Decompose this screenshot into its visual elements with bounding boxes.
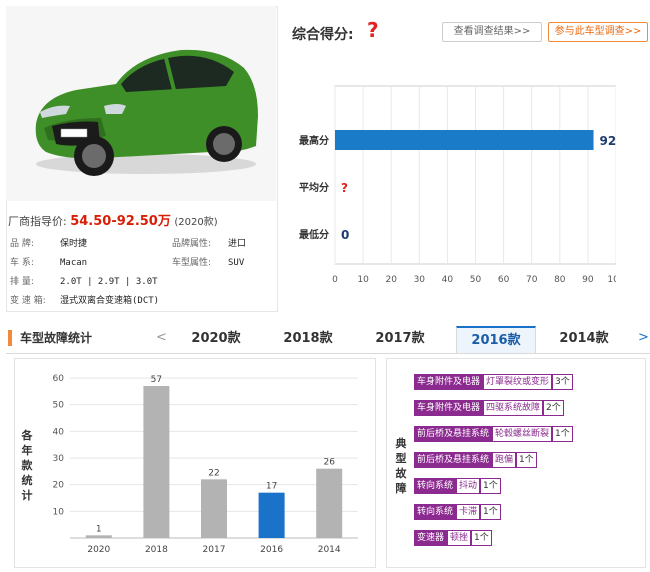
score-title: 综合得分:: [292, 27, 354, 43]
year-bar: [316, 468, 343, 538]
tab-2014[interactable]: 2014款: [544, 326, 624, 353]
year-value-label: 1: [96, 524, 102, 534]
year-tick-label: 40: [53, 427, 65, 437]
price-row: 厂商指导价: 54.50-92.50万 (2020款): [8, 210, 218, 229]
view-results-button[interactable]: 查看调查结果>>: [442, 22, 542, 42]
year-value-label: 22: [208, 468, 219, 478]
score-tick-label: 0: [332, 275, 338, 285]
typical-faults-label: 典型故障: [395, 437, 407, 495]
score-bar: [335, 130, 594, 150]
score-category-label: 最低分: [299, 228, 329, 241]
year-category-label: 2016: [260, 545, 283, 555]
year-value-label: 57: [151, 375, 162, 385]
model-year: (2020款): [174, 217, 218, 228]
spec-displacement: 排 量: 2.0T | 2.9T | 3.0T: [10, 277, 158, 287]
score-value-label: 0: [341, 228, 349, 242]
year-category-label: 2014: [318, 545, 341, 555]
spec-series: 车 系: Macan: [10, 258, 88, 268]
year-bar-chart: 10 20 30 40 50 60 1 2020 57 2018 22 2017 17 2016 26 201…: [53, 374, 358, 555]
price-value: 54.50-92.50万: [70, 214, 171, 229]
fault-item[interactable]: 车身附件及电器 四驱系统故障 2个: [414, 400, 573, 416]
tab-2020[interactable]: 2020款: [176, 326, 256, 353]
year-tick-label: 60: [53, 374, 65, 384]
year-category-label: 2020: [87, 545, 110, 555]
score-category-label: 平均分: [299, 181, 329, 194]
score-tick-label: 80: [554, 275, 566, 285]
year-tick-label: 20: [53, 481, 65, 491]
fault-item[interactable]: 前后桥及悬挂系统 跑偏 1个: [414, 452, 573, 468]
score-tick-label: 20: [385, 275, 397, 285]
fault-item[interactable]: 前后桥及悬挂系统 轮毂螺丝断裂 1个: [414, 426, 573, 442]
spec-brand-type: 品牌属性: 进口: [172, 239, 247, 249]
section-title: 车型故障统计: [8, 330, 92, 346]
score-value-label: ?: [341, 181, 348, 195]
porsche-macan-image: [6, 6, 276, 201]
year-bar: [85, 535, 112, 538]
score-tick-label: 100: [607, 275, 616, 285]
spec-gearbox: 变 速 箱: 湿式双离合变速箱(DCT): [10, 296, 160, 306]
score-question-mark: ?: [367, 18, 379, 42]
next-arrow-icon[interactable]: >: [638, 330, 649, 345]
year-value-label: 26: [323, 458, 335, 468]
fault-item[interactable]: 转向系统 抖动 1个: [414, 478, 573, 494]
score-chart: 0 10 20 30 40 50 60 70 80 90 100 最高分 92 平均分? 最低分 0: [299, 85, 616, 285]
year-bar: [143, 386, 170, 538]
score-tick-label: 70: [526, 275, 538, 285]
fault-item[interactable]: 车身附件及电器 灯罩裂纹或变形 3个: [414, 374, 573, 390]
spec-brand: 品 牌: 保时捷: [10, 239, 88, 249]
score-tick-label: 90: [582, 275, 594, 285]
score-tick-label: 60: [498, 275, 510, 285]
score-tick-label: 30: [414, 275, 426, 285]
score-tick-label: 40: [442, 275, 454, 285]
year-value-label: 17: [266, 482, 277, 492]
score-tick-label: 10: [357, 275, 369, 285]
fault-list: 车身附件及电器 灯罩裂纹或变形 3个 车身附件及电器 四驱系统故障 2个 前后桥及悬挂系…: [414, 374, 573, 546]
year-tick-label: 50: [53, 401, 65, 411]
tab-2016[interactable]: 2016款: [456, 326, 536, 353]
year-tick-label: 10: [53, 507, 65, 517]
tab-2018[interactable]: 2018款: [268, 326, 348, 353]
year-bar: [258, 492, 285, 538]
year-category-label: 2018: [145, 545, 168, 555]
price-label: 厂商指导价:: [8, 215, 67, 228]
fault-item[interactable]: 转向系统 卡滞 1个: [414, 504, 573, 520]
score-category-label: 最高分: [299, 134, 329, 147]
tab-2017[interactable]: 2017款: [360, 326, 440, 353]
year-tick-label: 30: [53, 454, 65, 464]
year-bar: [201, 479, 227, 538]
year-chart-ylabel: 各年款统计: [21, 429, 33, 502]
score-value-label: 92: [600, 134, 616, 148]
score-tick-label: 50: [470, 275, 482, 285]
year-category-label: 2017: [203, 545, 226, 555]
prev-arrow-icon[interactable]: <: [156, 330, 167, 345]
car-image: [6, 6, 276, 201]
join-survey-button[interactable]: 参与此车型调查>>: [548, 22, 648, 42]
fault-item[interactable]: 变速器 顿挫 1个: [414, 530, 573, 546]
spec-model-type: 车型属性: SUV: [172, 258, 245, 268]
